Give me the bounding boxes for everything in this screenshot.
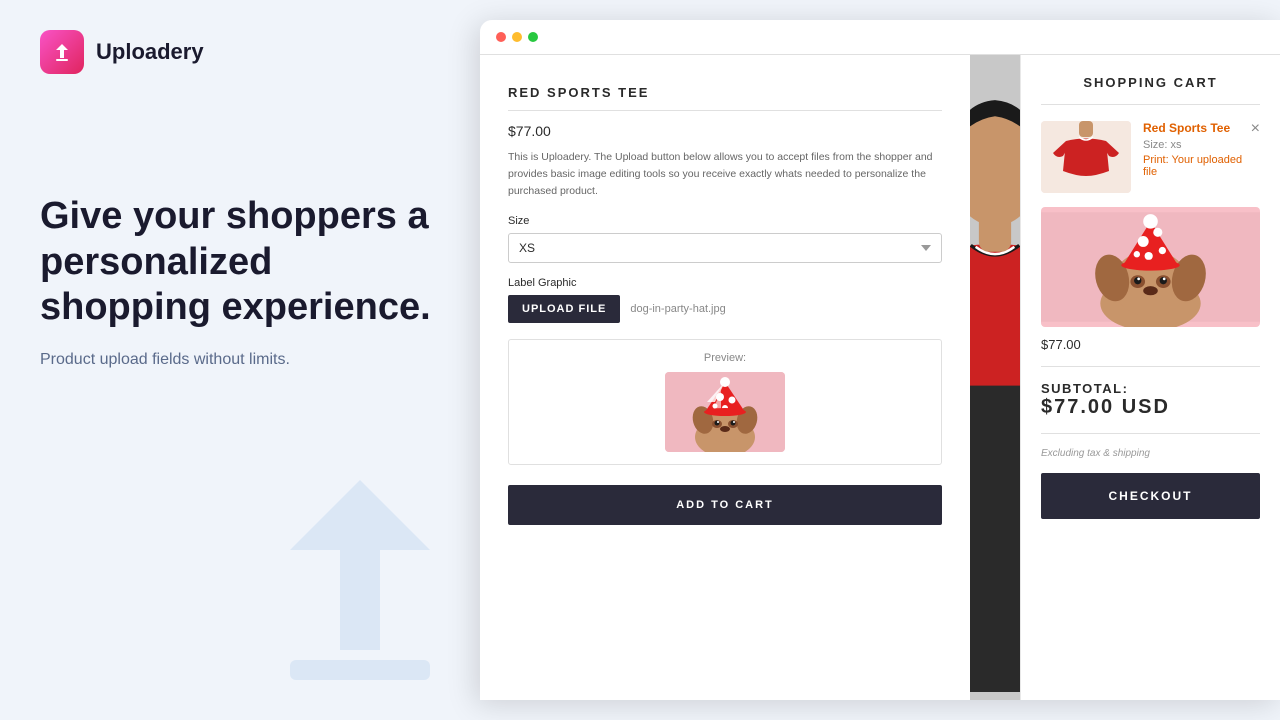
- upload-field-label: Label Graphic: [508, 277, 942, 289]
- subtotal-amount: $77.00 USD: [1041, 396, 1260, 419]
- browser-dot-green: [528, 32, 538, 42]
- subtotal-label: SUBTOTAL:: [1041, 381, 1260, 396]
- browser-dot-yellow: [512, 32, 522, 42]
- browser-window: RED SPORTS TEE $77.00 This is Uploadery.…: [480, 20, 1280, 700]
- logo-area: Uploadery: [40, 30, 440, 74]
- cart-print-label: Print:: [1143, 154, 1172, 166]
- left-section: Uploadery Give your shoppers a personali…: [0, 0, 480, 720]
- preview-area: Preview:: [508, 339, 942, 465]
- preview-label: Preview:: [521, 352, 929, 364]
- size-select[interactable]: XS S M L XL: [508, 233, 942, 263]
- browser-inner: RED SPORTS TEE $77.00 This is Uploadery.…: [480, 20, 1280, 700]
- cart-item-print: Print: Your uploaded file: [1143, 154, 1244, 178]
- preview-image: [665, 372, 785, 452]
- cart-sidebar: SHOPPING CART: [1020, 55, 1280, 700]
- background-upload-icon: [260, 460, 460, 700]
- cart-item-size: Size: xs: [1143, 139, 1244, 151]
- size-label: Size: [508, 215, 942, 227]
- cart-dog-image-svg: [1041, 207, 1260, 327]
- browser-dot-red: [496, 32, 506, 42]
- cart-uploaded-image: [1041, 207, 1260, 327]
- logo-text: Uploadery: [96, 39, 204, 65]
- upload-file-button[interactable]: UPLOAD FILE: [508, 295, 620, 323]
- product-model-image: [970, 55, 1020, 700]
- tax-note: Excluding tax & shipping: [1041, 448, 1260, 459]
- cart-title: SHOPPING CART: [1041, 75, 1260, 105]
- add-to-cart-button[interactable]: ADD TO CART: [508, 485, 942, 525]
- browser-body: RED SPORTS TEE $77.00 This is Uploadery.…: [480, 55, 1280, 700]
- product-page: RED SPORTS TEE $77.00 This is Uploadery.…: [480, 55, 970, 700]
- product-title: RED SPORTS TEE: [508, 85, 942, 111]
- cart-item-image: [1041, 121, 1131, 193]
- upload-row: UPLOAD FILE dog-in-party-hat.jpg: [508, 295, 942, 323]
- logo-icon: [40, 30, 84, 74]
- cart-item: Red Sports Tee Size: xs Print: Your uplo…: [1041, 121, 1260, 193]
- product-visual: [970, 55, 1020, 700]
- preview-dog-image: [665, 372, 785, 452]
- product-description: This is Uploadery. The Upload button bel…: [508, 149, 942, 199]
- hero-subtitle: Product upload fields without limits.: [40, 351, 440, 369]
- cart-item-name: Red Sports Tee: [1143, 121, 1244, 135]
- product-price: $77.00: [508, 123, 942, 139]
- cart-item-price: $77.00: [1041, 337, 1260, 367]
- subtotal-section: SUBTOTAL: $77.00 USD: [1041, 381, 1260, 434]
- uploaded-filename: dog-in-party-hat.jpg: [630, 303, 725, 315]
- cart-item-details: Red Sports Tee Size: xs Print: Your uplo…: [1143, 121, 1260, 193]
- browser-chrome: [480, 20, 1280, 55]
- checkout-button[interactable]: CHECKOUT: [1041, 473, 1260, 519]
- cart-item-tshirt-svg: [1041, 121, 1131, 193]
- right-section: RED SPORTS TEE $77.00 This is Uploadery.…: [480, 0, 1280, 720]
- hero-content: Give your shoppers a personalized shoppi…: [40, 194, 440, 369]
- hero-title: Give your shoppers a personalized shoppi…: [40, 194, 440, 331]
- cart-close-button[interactable]: ×: [1251, 121, 1260, 137]
